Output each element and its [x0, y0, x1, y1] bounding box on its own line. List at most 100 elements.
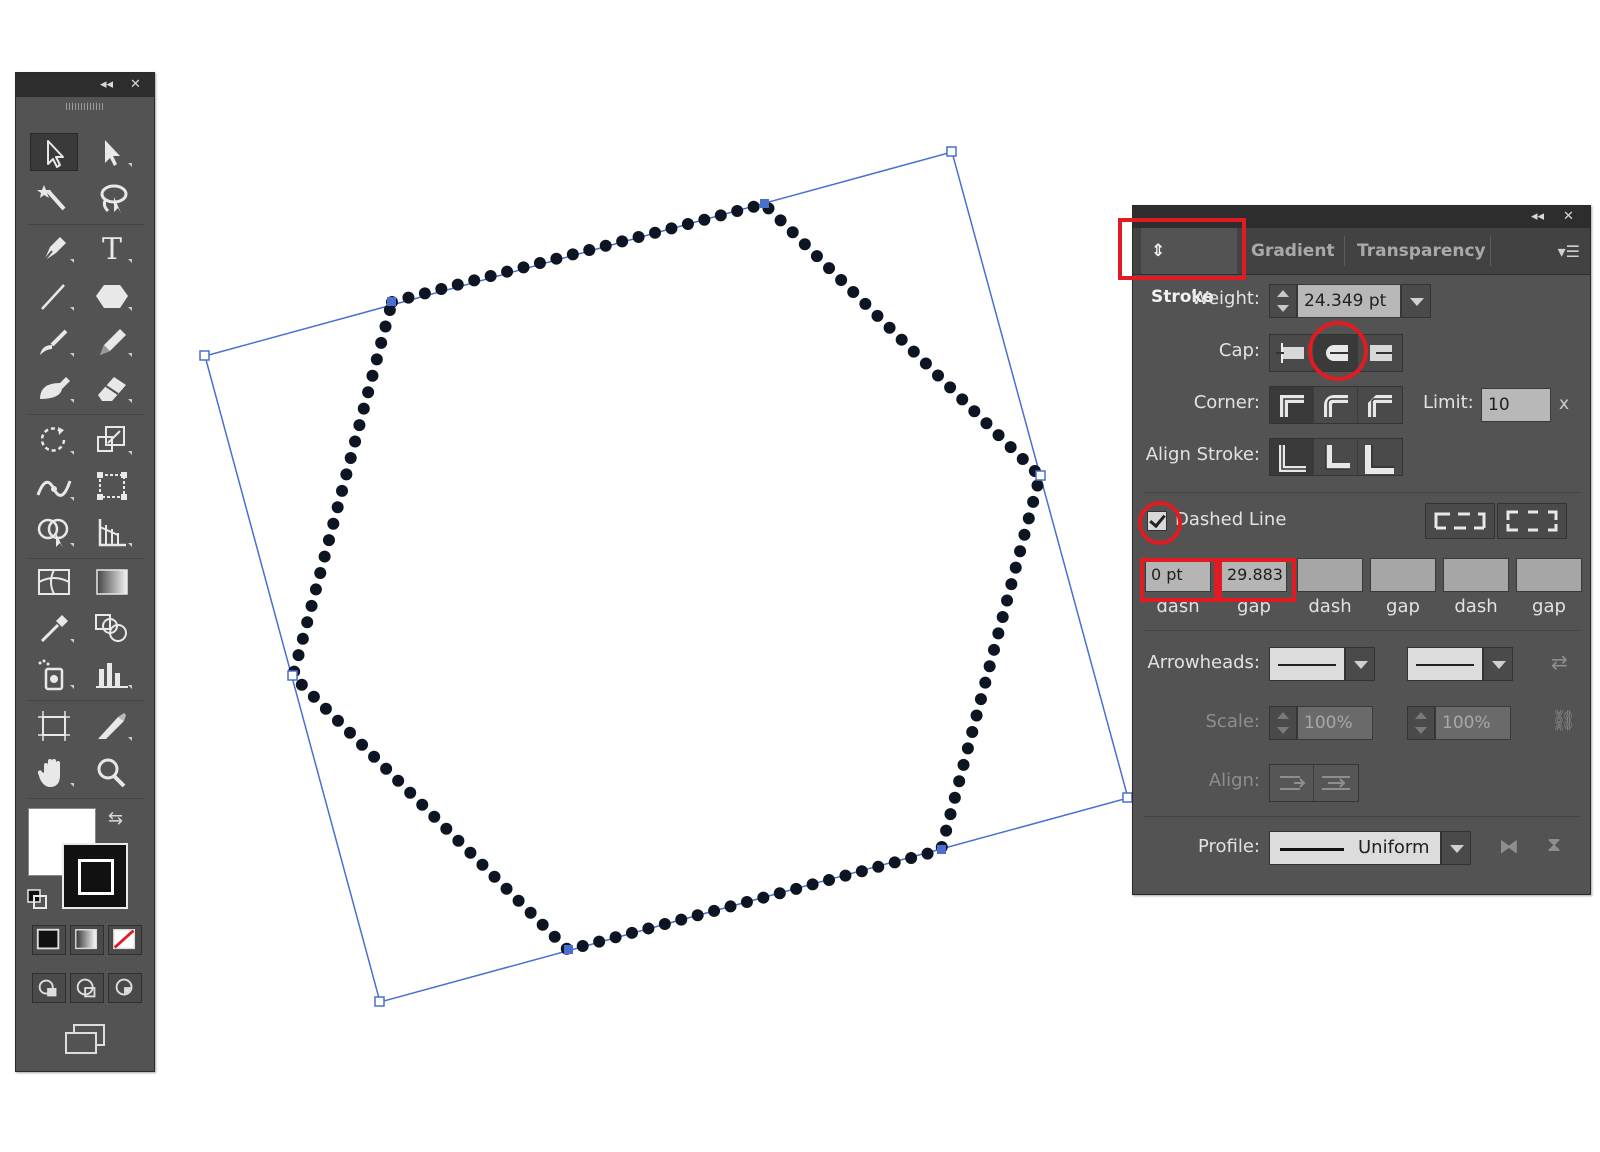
draw-behind-button[interactable] — [70, 973, 104, 1003]
pen-tool-icon[interactable] — [30, 229, 78, 267]
eyedropper-tool-icon[interactable] — [30, 609, 78, 647]
weight-stepper[interactable] — [1269, 284, 1297, 318]
selection-tool-icon[interactable] — [30, 133, 78, 171]
draw-normal-button[interactable] — [32, 973, 66, 1003]
panel-menu-icon[interactable]: ▾☰ — [1558, 242, 1580, 261]
bounding-box-handles[interactable] — [199, 146, 1133, 1007]
dash-2-label: dash — [1308, 596, 1352, 617]
profile-select[interactable]: Uniform — [1269, 831, 1441, 865]
selection-bounding-box — [204, 151, 1129, 1003]
perspective-grid-tool-icon[interactable] — [88, 513, 136, 551]
align-stroke-label: Align Stroke: — [1145, 444, 1260, 465]
svg-text:T: T — [102, 232, 122, 267]
zoom-tool-icon[interactable] — [88, 753, 136, 791]
corner-button-group — [1269, 386, 1403, 424]
scale-tool-icon[interactable] — [88, 421, 136, 459]
slice-tool-icon[interactable] — [88, 707, 136, 745]
polygon-tool-icon[interactable] — [88, 277, 136, 315]
align-outside-button[interactable] — [1358, 439, 1402, 475]
type-tool-icon[interactable]: T — [88, 229, 136, 267]
free-transform-tool-icon[interactable] — [88, 467, 136, 505]
weight-input[interactable]: 24.349 pt — [1297, 284, 1401, 318]
stroke-tab-highlight — [1118, 218, 1246, 280]
gap-3-label: gap — [1532, 596, 1566, 617]
stroke-swatch[interactable] — [62, 843, 128, 909]
pencil-tool-icon[interactable] — [88, 323, 136, 361]
scale-start-input[interactable]: 100% — [1297, 706, 1373, 740]
bevel-join-button[interactable] — [1358, 387, 1402, 423]
dash-align-corners-button[interactable] — [1497, 503, 1567, 539]
arrowhead-start-dropdown-button[interactable] — [1345, 647, 1375, 681]
column-graph-tool-icon[interactable] — [88, 655, 136, 693]
round-cap-highlight — [1308, 321, 1368, 381]
cap-label: Cap: — [1218, 340, 1260, 361]
direct-selection-tool-icon[interactable] — [88, 133, 136, 171]
arrow-place-button[interactable] — [1314, 765, 1358, 801]
limit-unit: x — [1559, 394, 1570, 414]
dash-field-highlight — [1140, 558, 1218, 602]
close-panel-icon[interactable]: ✕ — [130, 76, 141, 94]
eraser-tool-icon[interactable] — [88, 369, 136, 407]
profile-dropdown-button[interactable] — [1441, 831, 1471, 865]
color-mode-button[interactable] — [32, 925, 66, 955]
blob-brush-tool-icon[interactable] — [30, 369, 78, 407]
weight-label: Weight: — [1191, 288, 1260, 309]
gap-3-input[interactable] — [1516, 558, 1582, 592]
mesh-tool-icon[interactable] — [30, 563, 78, 601]
panel-grip[interactable] — [66, 103, 104, 110]
tab-gradient[interactable]: Gradient — [1241, 228, 1345, 274]
weight-dropdown-button[interactable] — [1401, 284, 1431, 318]
arrowhead-start-select[interactable] — [1269, 647, 1345, 681]
link-scale-icon[interactable]: ⛓ — [1551, 708, 1576, 732]
dash-preserve-exact-button[interactable] — [1425, 503, 1495, 539]
miter-join-button[interactable] — [1270, 387, 1314, 423]
gap-field-highlight — [1218, 558, 1296, 602]
dash-2-input[interactable] — [1297, 558, 1363, 592]
scale-end-stepper[interactable] — [1407, 706, 1435, 740]
limit-input[interactable]: 10 — [1481, 388, 1551, 422]
dotted-hexagon[interactable] — [286, 197, 1047, 957]
width-tool-icon[interactable] — [30, 467, 78, 505]
flip-across-icon[interactable]: ⧗ — [1547, 832, 1561, 856]
scale-end-input[interactable]: 100% — [1435, 706, 1511, 740]
gradient-tool-icon[interactable] — [88, 563, 136, 601]
draw-inside-button[interactable] — [108, 973, 142, 1003]
none-mode-button[interactable] — [108, 925, 142, 955]
side-handles[interactable] — [287, 470, 1046, 681]
lasso-tool-icon[interactable] — [88, 179, 136, 217]
magic-wand-tool-icon[interactable] — [30, 179, 78, 217]
align-center-button[interactable] — [1270, 439, 1314, 475]
swap-fill-stroke-icon[interactable]: ⇆ — [108, 808, 123, 829]
scale-label: Scale: — [1205, 711, 1261, 732]
scale-start-stepper[interactable] — [1269, 706, 1297, 740]
flip-along-icon[interactable]: ⧓ — [1499, 834, 1519, 858]
arrowhead-end-select[interactable] — [1407, 647, 1483, 681]
screen-mode-icon[interactable] — [60, 1021, 110, 1057]
gradient-mode-button[interactable] — [70, 925, 104, 955]
gap-2-input[interactable] — [1370, 558, 1436, 592]
collapse-panel-icon[interactable]: ◂◂ — [100, 76, 113, 94]
arrowhead-end-dropdown-button[interactable] — [1483, 647, 1513, 681]
symbol-sprayer-tool-icon[interactable] — [30, 655, 78, 693]
rotate-tool-icon[interactable] — [30, 421, 78, 459]
paintbrush-tool-icon[interactable] — [30, 323, 78, 361]
collapse-panel-icon[interactable]: ◂◂ — [1531, 208, 1544, 226]
hand-tool-icon[interactable] — [30, 753, 78, 791]
close-panel-icon[interactable]: ✕ — [1563, 208, 1574, 226]
align-label: Align: — [1208, 770, 1260, 791]
artboard-tool-icon[interactable] — [30, 707, 78, 745]
blend-tool-icon[interactable] — [88, 609, 136, 647]
limit-label: Limit: — [1423, 392, 1474, 413]
shape-builder-tool-icon[interactable] — [30, 513, 78, 551]
round-join-button[interactable] — [1314, 387, 1358, 423]
dashed-line-label: Dashed Line — [1175, 509, 1287, 530]
swap-arrowheads-icon[interactable]: ⇄ — [1551, 650, 1568, 674]
dash-3-input[interactable] — [1443, 558, 1509, 592]
tab-transparency[interactable]: Transparency — [1347, 228, 1496, 274]
arrow-extend-button[interactable] — [1270, 765, 1314, 801]
align-inside-button[interactable] — [1314, 439, 1358, 475]
dash-3-label: dash — [1454, 596, 1498, 617]
line-segment-tool-icon[interactable] — [30, 277, 78, 315]
default-fill-stroke-icon[interactable] — [26, 888, 48, 910]
anchor-points[interactable] — [387, 199, 946, 954]
